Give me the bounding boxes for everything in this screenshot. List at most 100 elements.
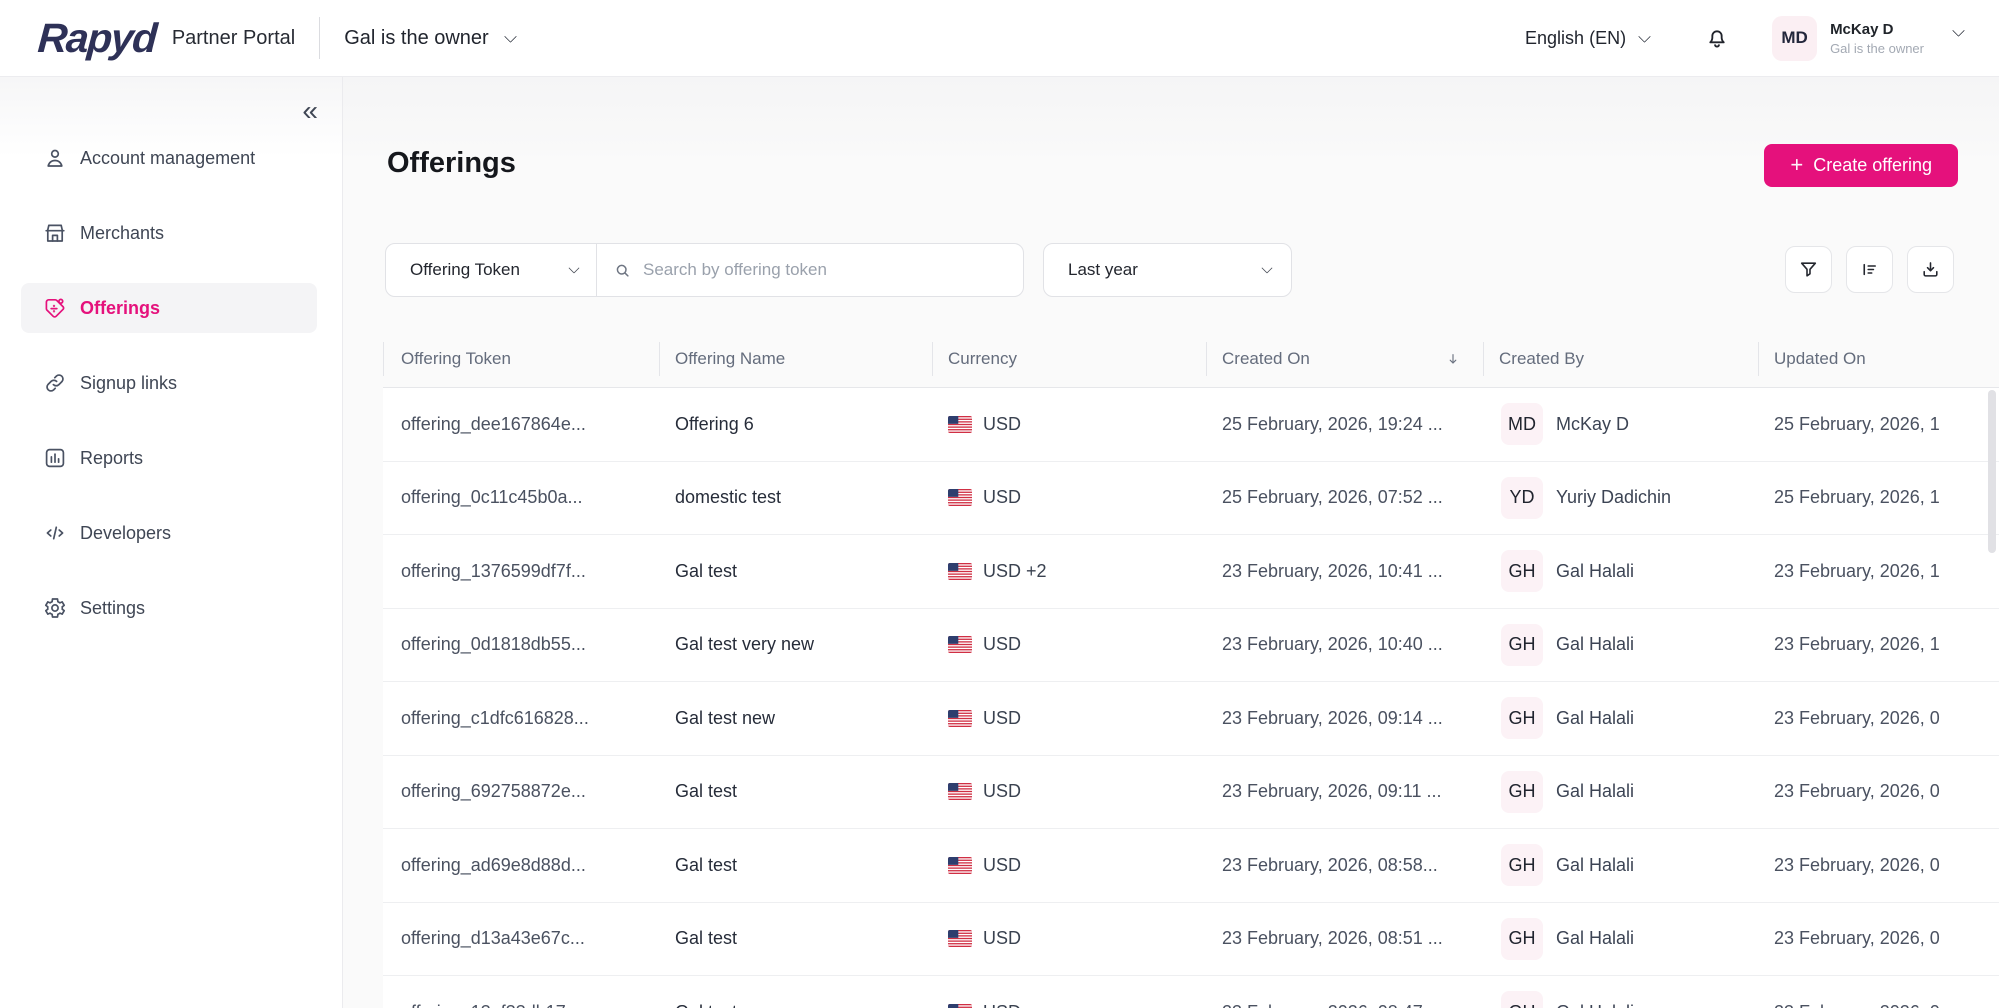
sidebar-collapse-button[interactable]: «	[302, 97, 318, 125]
created-on-cell: 23 February, 2026, 10:41 ...	[1222, 560, 1443, 581]
notifications-bell-icon[interactable]	[1704, 25, 1730, 51]
sidebar-menu: Account management Merchants Offerings S…	[0, 133, 342, 633]
chevron-down-icon	[503, 29, 517, 43]
sort-button[interactable]	[1846, 246, 1893, 293]
create-offering-button[interactable]: + Create offering	[1764, 144, 1958, 187]
currency-cell: USD	[932, 414, 1206, 435]
creator-avatar: GH	[1501, 917, 1543, 960]
offering-token-cell: offering_c1dfc616828...	[401, 707, 589, 728]
date-range-selector[interactable]: Last year	[1043, 243, 1292, 297]
sidebar-item-settings[interactable]: Settings	[21, 583, 317, 633]
sort-descending-arrow-icon[interactable]	[1445, 351, 1461, 367]
created-on-cell: 23 February, 2026, 10:40 ...	[1222, 634, 1443, 655]
vertical-scrollbar-thumb[interactable]	[1988, 390, 1996, 553]
offering-name-cell: domestic test	[675, 487, 782, 508]
creator-avatar: GH	[1501, 623, 1543, 666]
user-menu[interactable]: MD McKay D Gal is the owner	[1772, 15, 1965, 61]
offering-token-cell: offering_ad69e8d88d...	[401, 854, 586, 875]
table-row[interactable]: offering_0c11c45b0a... domestic test USD…	[383, 461, 1999, 535]
us-flag-icon	[948, 709, 972, 727]
column-header-currency[interactable]: Currency	[932, 330, 1206, 387]
sidebar-item-developers[interactable]: Developers	[21, 508, 317, 558]
column-header-created-by[interactable]: Created By	[1483, 330, 1758, 387]
creator-avatar: GH	[1501, 770, 1543, 813]
offering-name-cell: Gal test	[659, 1002, 932, 1008]
offering-token-cell: offering_13af33db17...	[383, 1002, 659, 1008]
table-row[interactable]: offering_c1dfc616828... Gal test new USD…	[383, 682, 1999, 756]
sidebar-item-offerings[interactable]: Offerings	[21, 283, 317, 333]
table-row[interactable]: offering_1376599df7f... Gal test USD +2 …	[383, 535, 1999, 609]
creator-avatar: YD	[1501, 476, 1543, 519]
table-row[interactable]: offering_dee167864e... Offering 6 USD 25…	[383, 388, 1999, 462]
table-row[interactable]: offering_ad69e8d88d... Gal test USD 23 F…	[383, 829, 1999, 903]
offering-name-cell: Gal test	[675, 560, 738, 581]
sidebar-item-account-management[interactable]: Account management	[21, 133, 317, 183]
created-on-cell: 23 February, 2026, 09:14 ...	[1222, 707, 1443, 728]
filter-button[interactable]	[1785, 246, 1832, 293]
sidebar-item-label: Developers	[80, 522, 172, 543]
created-on-cell: 23 February, 2026, 08:47 ...	[1206, 1002, 1483, 1008]
download-icon	[1923, 262, 1938, 277]
creator-avatar: GH	[1501, 697, 1543, 740]
search-input[interactable]	[643, 260, 1023, 280]
search-box	[597, 244, 1023, 296]
sidebar-item-label: Signup links	[80, 372, 178, 393]
rapyd-logo: Rapyd	[36, 14, 158, 61]
sidebar-item-signup-links[interactable]: Signup links	[21, 358, 317, 408]
chevron-down-icon	[1952, 23, 1965, 37]
language-selector-label: English (EN)	[1525, 27, 1627, 48]
column-header-offering-token[interactable]: Offering Token	[383, 330, 659, 387]
offering-token-cell: offering_d13a43e67c...	[401, 928, 585, 949]
code-icon	[43, 521, 67, 545]
table-row[interactable]: offering_0d1818db55... Gal test very new…	[383, 608, 1999, 682]
updated-on-cell: 23 February, 2026, 0	[1758, 1002, 1999, 1008]
search-field-selector[interactable]: Offering Token	[386, 244, 597, 296]
tag-icon	[43, 296, 67, 320]
offering-name-cell: Gal test	[675, 928, 738, 949]
sidebar-item-merchants[interactable]: Merchants	[21, 208, 317, 258]
link-icon	[43, 371, 67, 395]
table-body: offering_dee167864e... Offering 6 USD 25…	[383, 387, 1999, 1008]
main-content: Offerings + Create offering Offering Tok…	[343, 77, 1999, 1008]
us-flag-icon	[948, 856, 972, 874]
created-by-cell: GH Gal Halali	[1483, 770, 1758, 813]
created-by-cell: GH Gal Halali	[1483, 623, 1758, 666]
created-by-cell: GH Gal Halali	[1483, 991, 1758, 1008]
created-on-cell: 25 February, 2026, 19:24 ...	[1222, 413, 1443, 434]
column-header-updated-on[interactable]: Updated On	[1758, 330, 1999, 387]
offering-name-cell: Gal test very new	[675, 634, 815, 655]
download-button[interactable]	[1907, 246, 1954, 293]
date-range-label: Last year	[1068, 260, 1138, 279]
sidebar: « Account management Merchants Offerings…	[0, 77, 343, 1008]
offering-name-cell: Offering 6	[675, 413, 754, 434]
us-flag-icon	[948, 1003, 972, 1008]
offering-name-cell: Gal test	[675, 854, 738, 875]
user-avatar: MD	[1772, 15, 1818, 61]
currency-cell: USD	[932, 708, 1206, 729]
us-flag-icon	[948, 415, 972, 433]
currency-cell: USD	[932, 928, 1206, 949]
table-row[interactable]: offering_13af33db17... Gal test USD 23 F…	[383, 976, 1999, 1008]
organization-selector[interactable]: Gal is the owner	[344, 27, 517, 50]
creator-avatar: GH	[1501, 991, 1543, 1008]
sidebar-item-label: Settings	[80, 597, 146, 618]
creator-avatar: MD	[1501, 403, 1543, 446]
language-selector[interactable]: English (EN)	[1525, 27, 1651, 49]
topbar-divider	[319, 17, 321, 59]
offering-token-cell: offering_dee167864e...	[401, 413, 586, 434]
column-header-offering-name[interactable]: Offering Name	[659, 330, 932, 387]
currency-cell: USD	[932, 855, 1206, 876]
offering-token-cell: offering_692758872e...	[401, 781, 586, 802]
table-row[interactable]: offering_692758872e... Gal test USD 23 F…	[383, 755, 1999, 829]
us-flag-icon	[948, 562, 972, 580]
created-by-cell: MD McKay D	[1483, 403, 1758, 446]
sidebar-item-reports[interactable]: Reports	[21, 433, 317, 483]
column-header-created-on[interactable]: Created On	[1206, 330, 1483, 387]
table-row[interactable]: offering_d13a43e67c... Gal test USD 23 F…	[383, 902, 1999, 976]
funnel-icon	[1800, 262, 1817, 277]
plus-icon: +	[1790, 151, 1804, 177]
updated-on-cell: 23 February, 2026, 0	[1774, 707, 1940, 728]
us-flag-icon	[948, 930, 972, 948]
updated-on-cell: 23 February, 2026, 0	[1774, 928, 1940, 949]
currency-cell: USD	[932, 634, 1206, 655]
